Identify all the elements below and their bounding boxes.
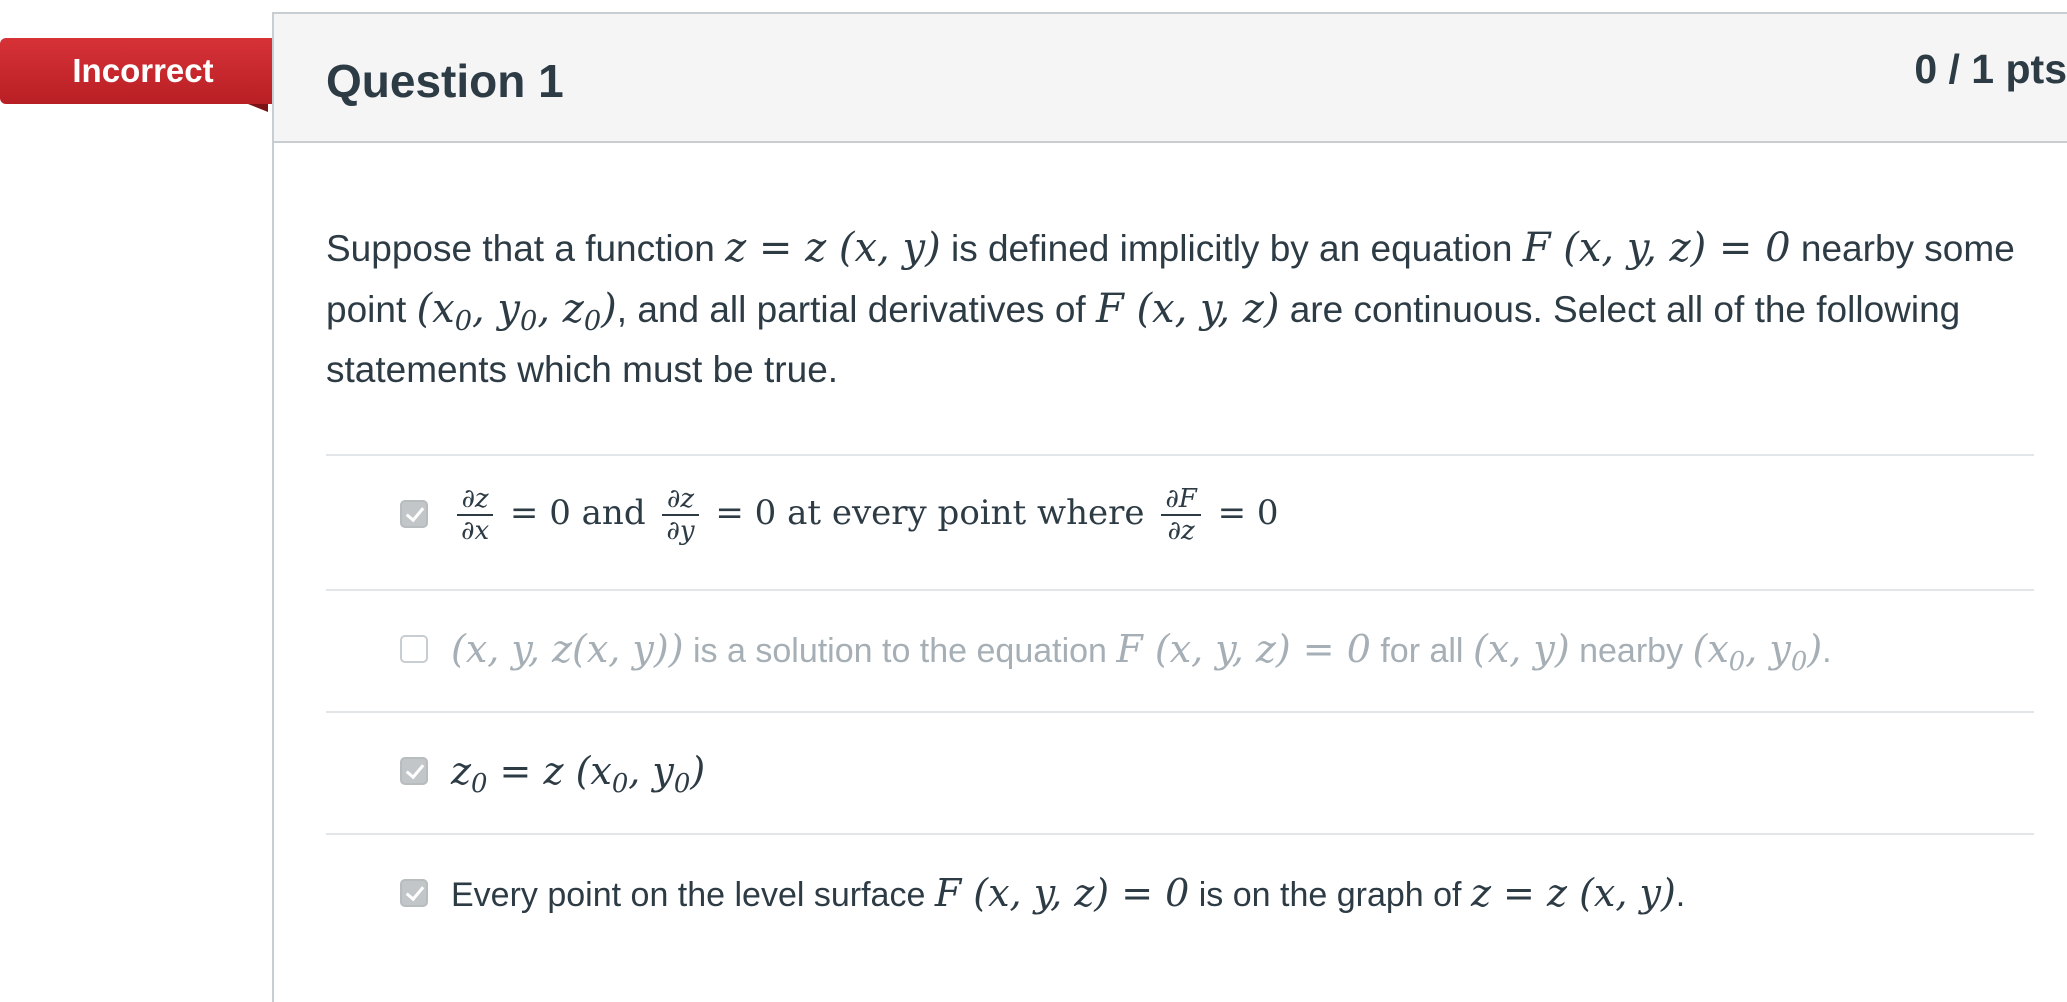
answer-text-part: = 0 bbox=[1217, 493, 1279, 533]
answer-option-4: Every point on the level surface F (x, y… bbox=[326, 833, 2034, 955]
math-expression: (x, y, z(x, y)) bbox=[451, 627, 684, 671]
answer-text-part: nearby bbox=[1579, 632, 1684, 670]
answer-text-part: Every point on the level surface bbox=[451, 876, 926, 914]
answer-list: ∂z ∂x = 0 and ∂z ∂y = 0 at every point whe… bbox=[326, 454, 2034, 955]
question-points: 0 / 1 pts bbox=[1914, 46, 2067, 92]
answer-checkbox-checked[interactable] bbox=[400, 500, 428, 528]
answer-text-part: for all bbox=[1380, 632, 1464, 670]
question-header: Question 1 0 / 1 pts bbox=[274, 14, 2067, 143]
answer-text-part: is on the graph of bbox=[1198, 876, 1462, 914]
answer-option-1: ∂z ∂x = 0 and ∂z ∂y = 0 at every point whe… bbox=[326, 454, 2034, 589]
answer-label[interactable]: ∂z ∂x = 0 and ∂z ∂y = 0 at every point whe… bbox=[451, 484, 1279, 546]
banner-fold bbox=[248, 104, 268, 112]
math-expression: z0 = z (x0, y0) bbox=[451, 749, 706, 799]
math-expression: (x, y) bbox=[1472, 627, 1570, 671]
question-text-part: Suppose that a function bbox=[326, 228, 715, 269]
answer-checkbox-checked[interactable] bbox=[400, 757, 428, 785]
question-title: Question 1 bbox=[326, 55, 564, 107]
math-expression: F (x, y, z) = 0 bbox=[1522, 225, 1791, 271]
question-text-part: , and all partial derivatives of bbox=[616, 289, 1086, 330]
incorrect-banner: Incorrect bbox=[0, 38, 312, 104]
partial-fraction: ∂F ∂z bbox=[1161, 484, 1201, 546]
answer-text-part: = 0 and bbox=[509, 493, 646, 533]
math-expression: F (x, y, z) = 0 bbox=[934, 871, 1190, 915]
answer-checkbox-unchecked[interactable] bbox=[400, 635, 428, 663]
answer-label[interactable]: Every point on the level surface F (x, y… bbox=[451, 871, 1685, 915]
answer-option-2: (x, y, z(x, y)) is a solution to the equ… bbox=[326, 589, 2034, 711]
answer-checkbox-checked[interactable] bbox=[400, 879, 428, 907]
math-expression: (x0, y0, z0) bbox=[416, 286, 617, 338]
math-expression: z = z (x, y) bbox=[725, 225, 941, 271]
answer-label[interactable]: z0 = z (x0, y0) bbox=[451, 749, 706, 799]
question-text-part: is defined implicitly by an equation bbox=[950, 228, 1513, 269]
partial-fraction: ∂z ∂x bbox=[457, 484, 494, 546]
answer-label[interactable]: (x, y, z(x, y)) is a solution to the equ… bbox=[451, 627, 1832, 677]
partial-fraction: ∂z ∂y bbox=[662, 484, 699, 546]
math-expression: F (x, y, z) bbox=[1095, 286, 1280, 332]
math-expression: (x0, y0) bbox=[1692, 627, 1823, 677]
math-expression: F (x, y, z) = 0 bbox=[1116, 627, 1371, 671]
answer-text-part: = 0 at every point where bbox=[715, 493, 1145, 533]
question-card: Question 1 0 / 1 pts Suppose that a func… bbox=[272, 12, 2067, 1002]
math-expression: z = z (x, y) bbox=[1470, 871, 1676, 915]
incorrect-label: Incorrect bbox=[72, 52, 214, 89]
answer-option-3: z0 = z (x0, y0) bbox=[326, 711, 2034, 833]
question-text: Suppose that a function z = z (x, y) is … bbox=[326, 218, 2046, 400]
answer-text-part: . bbox=[1675, 876, 1686, 914]
answer-text-part: is a solution to the equation bbox=[693, 632, 1107, 670]
answer-text-part: . bbox=[1822, 632, 1832, 670]
